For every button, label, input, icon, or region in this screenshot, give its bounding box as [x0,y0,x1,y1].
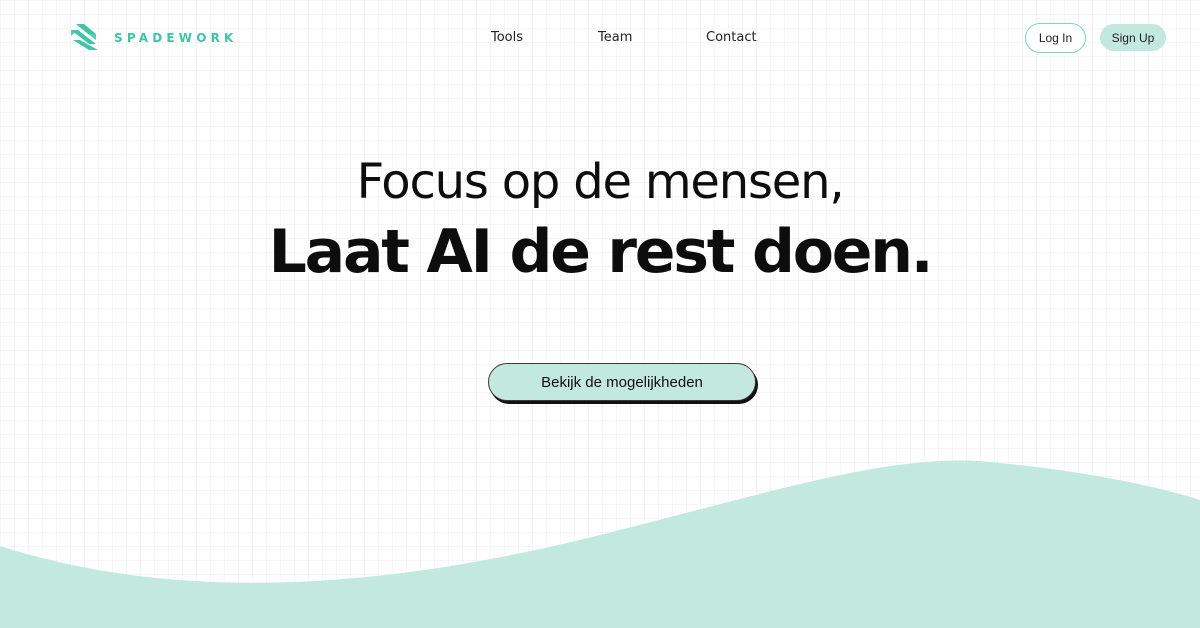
nav-link-tools[interactable]: Tools [491,30,523,45]
hero-heading-line-1: Focus op de mensen, [356,154,845,210]
nav-link-team[interactable]: Team [598,30,632,45]
hero-heading-line-2: Laat AI de rest doen. [268,217,934,287]
login-button[interactable]: Log In [1025,23,1086,53]
signup-button[interactable]: Sign Up [1100,24,1166,51]
top-navigation-bar: SPADEWORK Tools Team Contact Log In Sign… [0,0,1200,76]
main-nav: Tools Team Contact [0,30,1200,48]
decorative-wave [0,460,1200,628]
nav-link-contact[interactable]: Contact [706,30,757,45]
explore-possibilities-button[interactable]: Bekijk de mogelijkheden [488,363,756,401]
